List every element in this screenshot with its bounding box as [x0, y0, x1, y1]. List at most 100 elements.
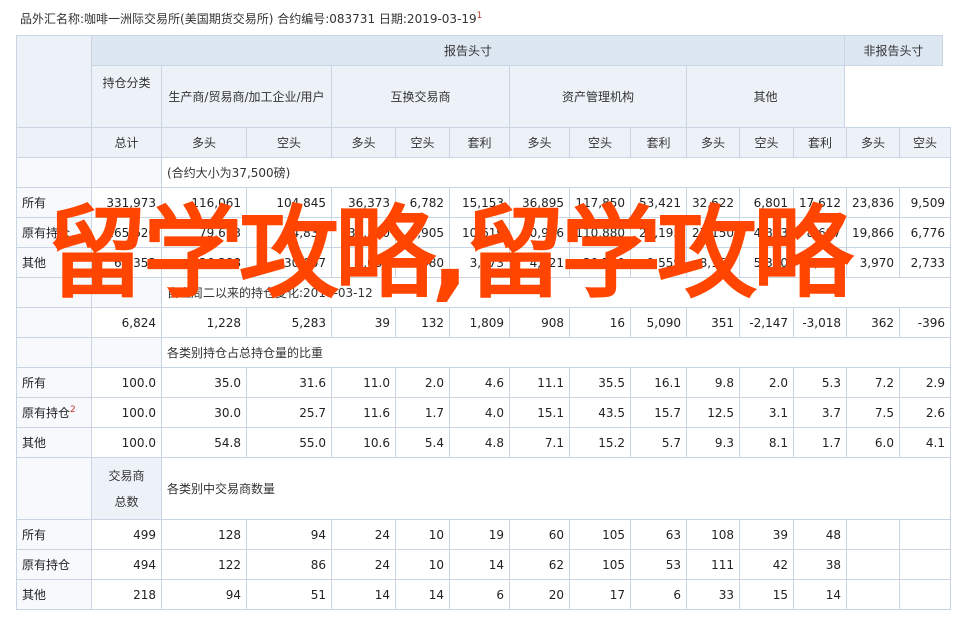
contracts-section: (合约大小为37,500磅) [161, 157, 951, 188]
blank-cell [16, 457, 92, 520]
table-row: 原有持仓 265,620 79,673 74,838 30,370 4,905 10,619… [16, 217, 951, 248]
table-cell: 9.8 [686, 367, 740, 398]
table-cell: 31.6 [246, 367, 332, 398]
row-label-text: 原有持仓 [22, 226, 71, 240]
table-cell: 2.0 [395, 367, 450, 398]
blank-cell [16, 337, 92, 368]
table-cell: 116,061 [161, 187, 247, 218]
table-cell [846, 579, 900, 610]
table-cell [846, 549, 900, 580]
table-cell: 3,970 [846, 247, 900, 278]
table-cell: 499 [91, 519, 162, 550]
table-row: 其他 100.0 54.8 55.0 10.6 5.4 4.8 7.1 15.2 5.7 9.3 8.… [16, 427, 951, 458]
col-short: 空头 [246, 127, 332, 158]
col-spread: 套利 [793, 127, 847, 158]
table-cell: 7,005 [331, 247, 396, 278]
report-header: 品外汇名称:咖啡一洲际交易所(美国期货交易所) 合约编号:083731 日期:2… [20, 10, 482, 27]
traders-total-header: 交易商总数 [91, 457, 162, 520]
table-cell: 10,619 [449, 217, 510, 248]
table-cell: 94 [161, 579, 247, 610]
table-cell: 30,700 [569, 247, 631, 278]
table-row: 原有持仓2 100.0 30.0 25.7 11.6 1.7 4.0 15.1 43.5 15.7… [16, 397, 951, 428]
blank-cell [16, 277, 92, 308]
table-cell: 4.0 [449, 397, 510, 428]
table-cell: 54.8 [161, 427, 247, 458]
managed-header: 资产管理机构 [509, 65, 687, 128]
table-cell: 40,936 [509, 217, 570, 248]
table-cell: 15 [739, 579, 794, 610]
table-cell: 122 [161, 549, 247, 580]
row-label-text: 原有持仓 [22, 406, 71, 420]
row-label-text: 其他 [22, 256, 47, 270]
table-cell: 55.0 [246, 427, 332, 458]
blank-cell [91, 277, 162, 308]
cot-body: 总计 多头 空头 多头 空头 套利 多头 空头 套利 多头 空头 套利 多头 空… [16, 127, 951, 610]
table-cell: 132 [395, 307, 450, 338]
table-cell: 6 [630, 579, 687, 610]
table-cell: -396 [899, 307, 951, 338]
table-cell: 24 [331, 549, 396, 580]
table-cell: 2.0 [739, 367, 794, 398]
table-cell: 362 [846, 307, 900, 338]
table-cell: 8.1 [739, 427, 794, 458]
table-cell: 62 [509, 549, 570, 580]
table-cell: 23,836 [846, 187, 900, 218]
table-cell: 2.6 [899, 397, 951, 428]
table-cell: 265,620 [91, 217, 162, 248]
table-cell: 42 [739, 549, 794, 580]
table-cell: 27,150 [686, 217, 740, 248]
table-cell: 6,824 [91, 307, 162, 338]
table-cell: 3.1 [739, 397, 794, 428]
table-cell: 39 [739, 519, 794, 550]
table-cell: 15.2 [569, 427, 631, 458]
table-cell: 20 [509, 579, 570, 610]
reported-header: 报告头寸 [91, 35, 845, 66]
col-short: 空头 [739, 127, 794, 158]
table-cell: 2,733 [899, 247, 951, 278]
table-cell: 7.1 [509, 427, 570, 458]
col-short: 空头 [569, 127, 631, 158]
table-cell: 19,866 [846, 217, 900, 248]
nonreported-header: 非报告头寸 [844, 35, 943, 66]
corner [16, 127, 92, 158]
table-cell: 94 [246, 519, 332, 550]
table-cell [899, 579, 951, 610]
table-cell: 128 [161, 519, 247, 550]
table-cell: 10.6 [331, 427, 396, 458]
table-cell: 33 [686, 579, 740, 610]
col-total: 总计 [91, 127, 162, 158]
col-long: 多头 [509, 127, 570, 158]
table-cell: 36,388 [161, 247, 247, 278]
table-cell: 53 [630, 549, 687, 580]
table-cell: -3,018 [793, 307, 847, 338]
blank-cell [16, 157, 92, 188]
table-cell: 14 [331, 579, 396, 610]
table-cell: 32,622 [686, 187, 740, 218]
swap-header: 互换交易商 [331, 65, 510, 128]
table-cell: 16.1 [630, 367, 687, 398]
other-header: 其他 [686, 65, 845, 128]
table-row: 6,824 1,228 5,283 39 132 1,809 908 16 5,090 351 -2… [16, 307, 951, 338]
col-spread: 套利 [630, 127, 687, 158]
percent-section: 各类别持仓占总持仓量的比重 [161, 337, 951, 368]
row-label: 其他 [16, 427, 92, 458]
table-cell: 11.1 [509, 367, 570, 398]
table-cell: 111 [686, 549, 740, 580]
table-cell: 218 [91, 579, 162, 610]
table-cell: 6,782 [395, 187, 450, 218]
table-cell [846, 519, 900, 550]
table-cell: 9.3 [686, 427, 740, 458]
table-cell: 6,776 [899, 217, 951, 248]
table-cell: 8,155 [686, 247, 740, 278]
table-cell: 9,559 [630, 247, 687, 278]
row-label: 其他 [16, 579, 92, 610]
table-cell: 15.1 [509, 397, 570, 428]
table-cell: 25.7 [246, 397, 332, 428]
table-cell: 12.5 [686, 397, 740, 428]
row-label: 原有持仓 [16, 217, 92, 248]
table-cell: 2.9 [899, 367, 951, 398]
row-label-text: 其他 [22, 588, 47, 602]
table-cell: 9,509 [899, 187, 951, 218]
table-cell: 74,838 [246, 217, 332, 248]
table-cell: 51 [246, 579, 332, 610]
